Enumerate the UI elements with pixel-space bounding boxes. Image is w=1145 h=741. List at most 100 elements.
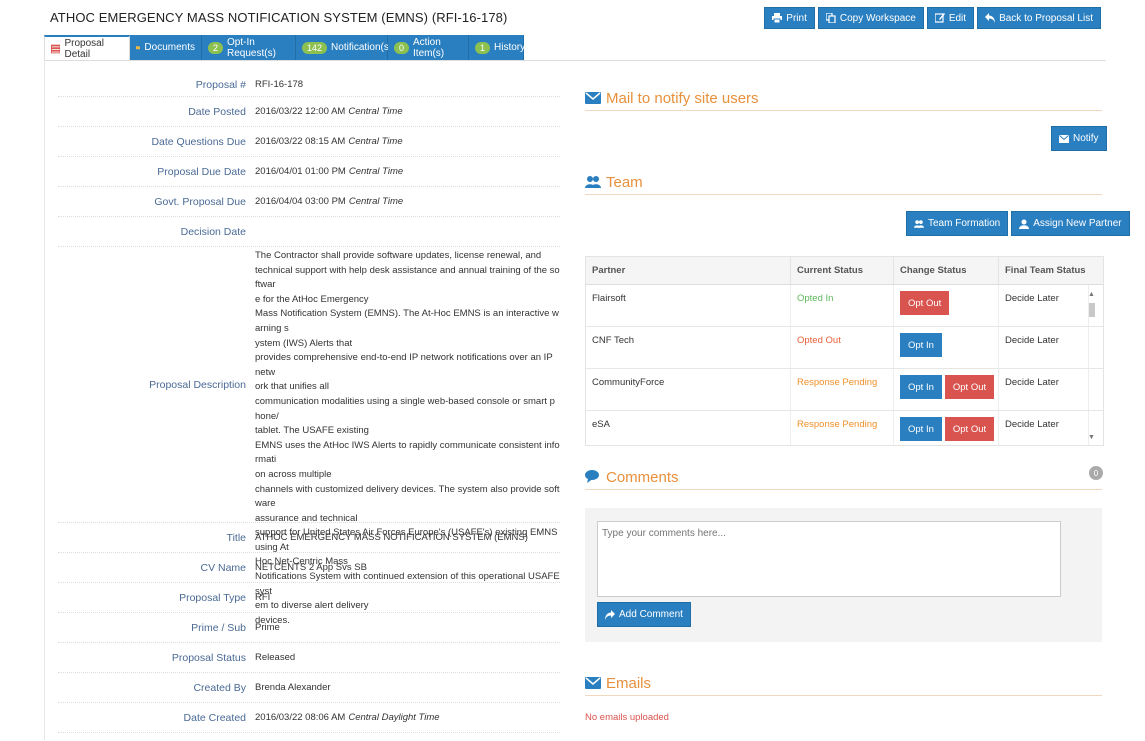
scroll-down-arrow[interactable]: ▼: [1088, 434, 1095, 441]
detail-row-govt-proposal-due: Govt. Proposal Due 2016/04/04 03:00 PM Ce…: [58, 187, 560, 217]
comments-count-badge: 0: [1089, 466, 1103, 480]
team-table-scrollbar[interactable]: ▲ ▼: [1087, 291, 1097, 441]
detail-row-decision-date: Decision Date: [58, 217, 560, 247]
proposal-details: Proposal # RFI-16-178 Date Posted 2016/0…: [58, 73, 560, 733]
page-title: ATHOC EMERGENCY MASS NOTIFICATION SYSTEM…: [50, 10, 508, 25]
scroll-up-arrow[interactable]: ▲: [1088, 291, 1095, 298]
copy-workspace-label: Copy Workspace: [839, 12, 916, 24]
team-formation-button[interactable]: Team Formation: [906, 211, 1009, 236]
print-button[interactable]: Print: [764, 7, 815, 29]
tab-divider: [44, 60, 1106, 61]
detail-value: 2016/04/01 01:00 PM: [255, 166, 346, 177]
list-icon: [51, 44, 61, 53]
table-row: Flairsoft Opted In Opt Out Decide Later: [586, 285, 1103, 327]
team-actions: Team Formation Assign New Partner: [906, 211, 1130, 236]
detail-label: Date Posted: [188, 105, 246, 118]
timezone: Central Time: [348, 136, 403, 147]
detail-value: 2016/03/22 12:00 AM: [255, 106, 346, 117]
team-table: Partner Current Status Change Status Fin…: [585, 256, 1104, 446]
tab-label: Notification(s): [331, 42, 393, 53]
tab-label: Action Item(s): [413, 36, 445, 59]
envelope-icon: [585, 677, 601, 689]
column-header-partner: Partner: [586, 257, 791, 284]
final-status: Decide Later: [999, 411, 1089, 445]
notify-button[interactable]: Notify: [1051, 126, 1107, 151]
envelope-icon: [1059, 134, 1069, 143]
description-line: on across multiple: [255, 468, 332, 480]
assign-new-partner-button[interactable]: Assign New Partner: [1011, 211, 1130, 236]
detail-value: Brenda Alexander: [255, 682, 331, 693]
notify-label: Notify: [1073, 133, 1099, 144]
description-text: The Contractor shall provide software up…: [255, 247, 560, 626]
edit-label: Edit: [948, 12, 967, 24]
tab-label: History: [494, 42, 526, 53]
final-status: Decide Later: [999, 327, 1089, 368]
tab-documents[interactable]: Documents: [130, 35, 202, 60]
copy-workspace-button[interactable]: Copy Workspace: [817, 7, 924, 29]
change-status-cell: Opt In: [894, 327, 999, 368]
detail-value: Released: [255, 652, 296, 663]
tab-proposal-detail[interactable]: Proposal Detail: [44, 35, 130, 60]
detail-value: ATHOC EMERGENCY MASS NOTIFICATION SYSTEM…: [255, 532, 528, 543]
add-comment-button[interactable]: Add Comment: [597, 602, 691, 627]
comments-section-header: Comments: [585, 465, 1102, 490]
description-line: provides comprehensive end-to-end IP net…: [255, 352, 553, 378]
opt-in-button[interactable]: Opt In: [900, 375, 942, 399]
opt-out-button[interactable]: Opt Out: [944, 417, 995, 441]
detail-label: Proposal Description: [149, 378, 246, 391]
change-status-cell: Opt Out: [894, 285, 999, 326]
column-header-final-status: Final Team Status: [1005, 265, 1086, 276]
tab-opt-in-requests[interactable]: 2 Opt-In Request(s): [202, 35, 296, 60]
detail-row-cv-name: CV Name NETCENTS 2 App Svs SB: [58, 553, 560, 583]
current-status: Opted In: [791, 285, 894, 326]
section-title: Comments: [606, 468, 679, 486]
partner-name: CNF Tech: [586, 327, 791, 368]
back-to-proposal-list-button[interactable]: Back to Proposal List: [977, 7, 1101, 29]
detail-label: Date Created: [183, 711, 246, 724]
opt-in-button[interactable]: Opt In: [900, 333, 942, 357]
partner-name: CommunityForce: [586, 369, 791, 410]
detail-row-proposal-number: Proposal # RFI-16-178: [58, 73, 560, 97]
table-row: CommunityForce Response Pending Opt In O…: [586, 369, 1103, 411]
tab-action-items[interactable]: 0 Action Item(s): [388, 35, 469, 60]
detail-value: Prime: [255, 622, 280, 633]
back-label: Back to Proposal List: [999, 12, 1093, 24]
detail-row-proposal-type: Proposal Type RFI: [58, 583, 560, 613]
detail-row-proposal-due-date: Proposal Due Date 2016/04/01 01:00 PM Cen…: [58, 157, 560, 187]
tab-history[interactable]: 1 History: [469, 35, 526, 60]
left-border: [44, 60, 45, 740]
final-status: Decide Later: [999, 285, 1089, 326]
detail-row-prime-sub: Prime / Sub Prime: [58, 613, 560, 643]
comments-panel: Add Comment: [585, 508, 1102, 642]
timezone: Central Time: [348, 196, 404, 207]
description-line: communication modalities using a single …: [255, 395, 555, 422]
comment-input[interactable]: [597, 521, 1061, 597]
tab-bar: Proposal Detail Documents 2 Opt-In Reque…: [44, 35, 526, 60]
tab-label: Documents: [144, 42, 195, 53]
description-line: Mass Notification System (EMNS). The At-…: [255, 308, 559, 334]
current-status: Opted Out: [791, 327, 894, 368]
opt-out-button[interactable]: Opt Out: [900, 291, 950, 315]
table-row: CNF Tech Opted Out Opt In Decide Later: [586, 327, 1103, 369]
description-line: technical support with help desk assista…: [255, 264, 560, 291]
no-emails-message: No emails uploaded: [585, 712, 669, 723]
emails-section-header: Emails: [585, 671, 1102, 696]
current-status: Response Pending: [791, 411, 894, 445]
final-status: Decide Later: [999, 369, 1089, 410]
tab-label: Opt-In Request(s): [227, 36, 276, 59]
detail-row-date-questions-due: Date Questions Due 2016/03/22 08:15 AM Ce…: [58, 127, 560, 157]
detail-value: RFI-16-178: [255, 79, 304, 90]
timezone: Central Time: [348, 166, 404, 177]
tab-badge: 2: [208, 41, 224, 54]
copy-icon: [825, 13, 836, 23]
add-comment-label: Add Comment: [619, 609, 683, 620]
edit-button[interactable]: Edit: [926, 7, 975, 29]
tab-notifications[interactable]: 142 Notification(s): [296, 35, 392, 60]
opt-out-button[interactable]: Opt Out: [944, 375, 995, 399]
team-table-header: Partner Current Status Change Status Fin…: [586, 257, 1103, 285]
detail-value: 2016/04/04 03:00 PM: [255, 196, 346, 207]
scroll-thumb[interactable]: [1089, 303, 1095, 317]
detail-label: Prime / Sub: [191, 621, 246, 634]
tab-badge: 1: [475, 41, 491, 54]
opt-in-button[interactable]: Opt In: [900, 417, 942, 441]
